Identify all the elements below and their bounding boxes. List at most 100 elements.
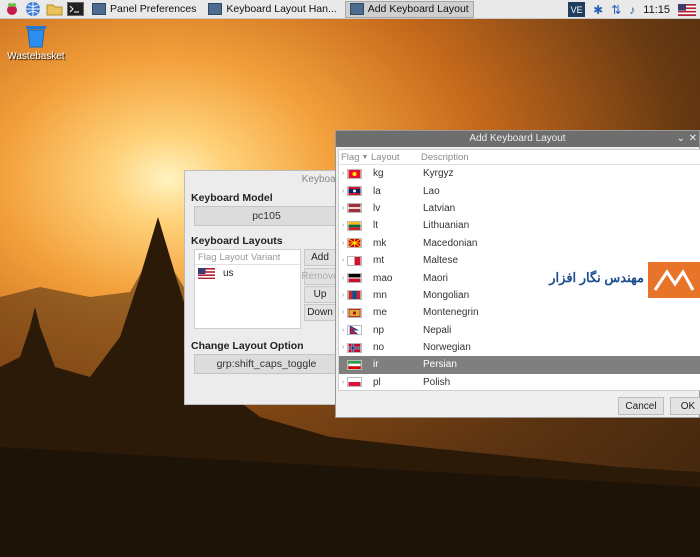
header-variant: Variant	[251, 251, 281, 263]
table-row[interactable]: › ir Persian	[339, 356, 700, 374]
layout-description: Kyrgyz	[423, 168, 454, 180]
task-add-keyboard-layout[interactable]: Add Keyboard Layout	[344, 0, 474, 18]
flag-mk-icon	[347, 238, 373, 249]
flag-lv-icon	[347, 203, 373, 214]
change-layout-option-label: Change Layout Option	[191, 340, 304, 352]
dialog-title-bar: Add Keyboard Layout ⌄ ✕	[336, 131, 699, 147]
row-expander-icon: ›	[341, 257, 345, 265]
header-flag: Flag	[198, 251, 217, 263]
terminal-icon[interactable]	[66, 1, 84, 17]
flag-me-icon	[347, 307, 373, 318]
row-expander-icon: ›	[341, 326, 345, 334]
clock[interactable]: 11:15	[643, 4, 670, 16]
layout-description: Nepali	[423, 324, 452, 336]
table-header: Flag ▼ Layout Description	[339, 150, 700, 165]
layout-description: Macedonian	[423, 237, 478, 249]
watermark-logo: مهندس نگار افزار	[549, 262, 700, 298]
table-row[interactable]: › np Nepali	[339, 322, 700, 339]
flag-ir-icon	[347, 359, 373, 370]
layout-description: Persian	[423, 359, 457, 371]
layout-code: pl	[373, 376, 381, 388]
row-expander-icon: ›	[341, 378, 345, 386]
layout-code: lt	[373, 220, 378, 232]
raspberry-menu-icon[interactable]	[3, 1, 21, 17]
flag-pl-icon	[347, 377, 373, 388]
table-row[interactable]: › me Montenegrin	[339, 304, 700, 321]
flag-la-icon	[347, 186, 373, 197]
layout-code: me	[373, 307, 387, 319]
system-tray: VE ✱ ⇅ ♪ 11:15	[560, 0, 700, 19]
up-button[interactable]: Up	[304, 286, 336, 303]
layout-code: la	[373, 185, 381, 197]
cancel-button[interactable]: Cancel	[618, 397, 664, 415]
keyboard-settings-window: Keyboar Keyboard Model pc105 Keyboard La…	[184, 170, 344, 405]
layout-description: Montenegrin	[423, 307, 479, 319]
list-item[interactable]: us	[195, 265, 300, 282]
layout-code: mao	[373, 272, 393, 284]
layout-code: kg	[373, 168, 384, 180]
add-button[interactable]: Add	[304, 249, 336, 266]
layout-code: mk	[373, 237, 387, 249]
row-expander-icon: ›	[341, 239, 345, 247]
header-description[interactable]: Description	[421, 152, 700, 163]
header-layout[interactable]: Layout	[371, 152, 421, 163]
flag-mn-icon	[347, 290, 373, 301]
table-row[interactable]: › no Norwegian	[339, 339, 700, 356]
keyboard-model-label: Keyboard Model	[191, 192, 273, 204]
layout-code: lv	[373, 202, 381, 214]
row-expander-icon: ›	[341, 187, 345, 195]
volume-icon[interactable]: ♪	[629, 3, 635, 17]
layout-description: Latvian	[423, 202, 456, 214]
row-expander-icon: ›	[341, 291, 345, 299]
layout-code: mn	[373, 289, 387, 301]
flag-no-icon	[347, 342, 373, 353]
us-flag-icon	[198, 268, 215, 279]
wastebasket-label: Wastebasket	[7, 51, 65, 62]
layout-code: no	[373, 342, 385, 354]
close-icon[interactable]: ✕	[689, 131, 697, 147]
list-header: Flag Layout Variant	[195, 250, 300, 265]
layout-code: mt	[373, 255, 385, 267]
ve-icon[interactable]: VE	[568, 2, 586, 17]
table-row[interactable]: › pl Polish	[339, 374, 700, 390]
remove-button[interactable]: Remove	[301, 268, 339, 285]
table-row[interactable]: › mk Macedonian	[339, 235, 700, 252]
layout-description: Lao	[423, 185, 440, 197]
table-row[interactable]: › lv Latvian	[339, 200, 700, 217]
row-expander-icon: ›	[341, 170, 345, 178]
flag-lt-icon	[347, 220, 373, 231]
wastebasket-desktop-icon[interactable]: Wastebasket	[6, 24, 66, 62]
file-manager-icon[interactable]	[45, 1, 63, 17]
keyboard-layouts-list[interactable]: Flag Layout Variant us	[194, 249, 301, 329]
ok-button[interactable]: OK	[670, 397, 700, 415]
task-panel-preferences[interactable]: Panel Preferences	[88, 1, 200, 18]
flag-kg-icon	[347, 168, 373, 179]
table-row[interactable]: › la Lao	[339, 182, 700, 199]
minimize-icon[interactable]: ⌄	[677, 131, 685, 147]
row-expander-icon: ›	[341, 309, 345, 317]
task-label: Add Keyboard Layout	[367, 3, 469, 15]
header-flag[interactable]: Flag ▼	[339, 152, 371, 163]
web-browser-icon[interactable]	[24, 1, 42, 17]
window-title: Keyboar	[301, 174, 339, 185]
watermark-text: مهندس نگار افزار	[549, 270, 644, 285]
bluetooth-icon[interactable]: ✱	[593, 3, 603, 17]
layout-code: np	[373, 324, 385, 336]
us-flag-icon[interactable]	[678, 3, 696, 16]
layout-code: ir	[373, 359, 379, 371]
down-button[interactable]: Down	[304, 304, 336, 321]
task-label: Panel Preferences	[110, 3, 197, 15]
layout-option-button[interactable]: grp:shift_caps_toggle	[194, 354, 339, 374]
flag-mt-icon	[347, 255, 373, 266]
layout-description: Polish	[423, 376, 451, 388]
window-icon	[208, 3, 223, 15]
trash-icon	[25, 24, 47, 48]
table-row[interactable]: › lt Lithuanian	[339, 217, 700, 234]
table-row[interactable]: › kg Kyrgyz	[339, 165, 700, 182]
task-keyboard-layout-handler[interactable]: Keyboard Layout Han...	[204, 1, 340, 18]
keyboard-model-button[interactable]: pc105	[194, 206, 339, 226]
layout-code: us	[223, 268, 234, 279]
row-expander-icon: ›	[341, 222, 345, 230]
network-icon[interactable]: ⇅	[611, 3, 621, 17]
window-icon	[349, 3, 364, 15]
